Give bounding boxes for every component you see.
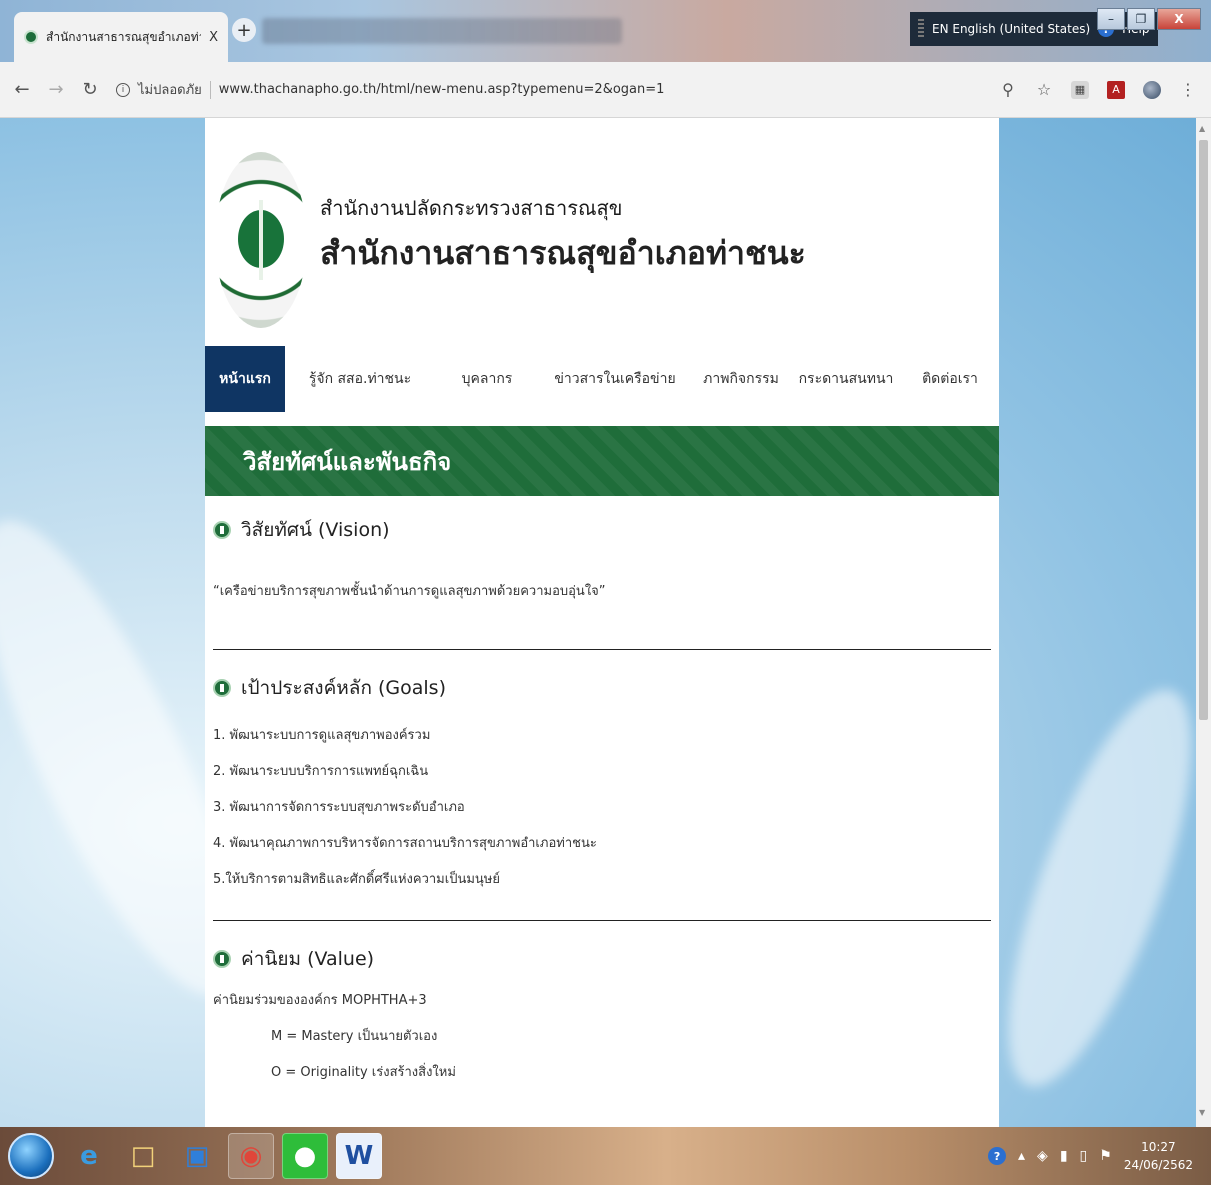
bullet-logo-icon (213, 679, 231, 697)
ministry-logo[interactable] (215, 152, 307, 332)
goal-item: 5.ให้บริการตามสิทธิและศักดิ์ศรีแห่งความเ… (213, 871, 500, 887)
vertical-scrollbar[interactable]: ▲ ▼ (1196, 118, 1211, 1127)
scroll-up-icon[interactable]: ▲ (1199, 124, 1205, 133)
power-icon[interactable]: ▮ (1060, 1148, 1068, 1164)
value-item: O = Originality เร่งสร้างสิ่งใหม่ (271, 1064, 456, 1080)
bullet-logo-icon (213, 950, 231, 968)
menu-item-news[interactable]: ข่าวสารในเครือข่าย (539, 346, 691, 412)
window-controls: – ❐ X (1097, 8, 1201, 30)
minimize-button[interactable]: – (1097, 8, 1125, 30)
background-feather (971, 670, 1196, 1106)
caduceus-icon (259, 200, 263, 280)
tray-help-icon[interactable]: ? (988, 1147, 1007, 1165)
vision-heading-text: วิสัยทัศน์ (Vision) (241, 519, 390, 541)
reload-icon[interactable]: ↻ (82, 79, 98, 100)
outlook-icon[interactable]: ▣ (174, 1133, 220, 1179)
scroll-down-icon[interactable]: ▼ (1199, 1108, 1205, 1117)
extension-pdf-icon[interactable]: A (1107, 80, 1125, 99)
menu-item-personnel[interactable]: บุคลากร (435, 346, 539, 412)
goal-item: 4. พัฒนาคุณภาพการบริหารจัดการสถานบริการส… (213, 835, 597, 851)
tab-close-icon[interactable]: X (209, 30, 218, 45)
restore-button[interactable]: ❐ (1127, 8, 1155, 30)
blurred-background-window (262, 18, 622, 44)
clock[interactable]: 10:27 24/06/2562 (1124, 1138, 1193, 1174)
security-label[interactable]: ไม่ปลอดภัย (138, 79, 202, 100)
main-menu: หน้าแรก รู้จัก สสอ.ท่าชนะ บุคลากร ข่าวสา… (205, 346, 999, 412)
profile-avatar-icon[interactable] (1143, 80, 1161, 99)
goals-heading-text: เป้าประสงค์หลัก (Goals) (241, 677, 446, 699)
new-tab-button[interactable]: + (232, 18, 256, 42)
values-heading: ค่านิยม (Value) (213, 939, 991, 979)
site-favicon-icon (24, 30, 38, 44)
start-button[interactable] (8, 1133, 54, 1179)
header-titles: สำนักงานปลัดกระทรวงสาธารณสุข สำนักงานสาธ… (320, 192, 806, 279)
flag-icon[interactable]: ⚑ (1099, 1148, 1112, 1164)
volume-icon[interactable]: ◈ (1037, 1148, 1048, 1164)
section-banner: วิสัยทัศน์และพันธกิจ (205, 426, 999, 496)
word-icon[interactable]: W (336, 1133, 382, 1179)
close-window-button[interactable]: X (1157, 8, 1201, 30)
vision-text: “เครือข่ายบริการสุขภาพชั้นนำด้านการดูแลส… (213, 584, 606, 599)
language-label[interactable]: EN English (United States) (932, 22, 1090, 36)
back-icon[interactable]: ← (14, 79, 30, 100)
goal-item: 2. พัฒนาระบบบริการการแพทย์ฉุกเฉิน (213, 763, 429, 779)
menu-item-about[interactable]: รู้จัก สสอ.ท่าชนะ (285, 346, 435, 412)
internet-explorer-icon[interactable]: e (66, 1133, 112, 1179)
header-title: สำนักงานสาธารณสุขอำเภอท่าชนะ (320, 234, 806, 272)
forward-icon[interactable]: → (48, 79, 64, 100)
header-subtitle: สำนักงานปลัดกระทรวงสาธารณสุข (320, 196, 623, 220)
clock-date: 24/06/2562 (1123, 1158, 1193, 1172)
file-explorer-icon[interactable]: □ (120, 1133, 166, 1179)
bullet-logo-icon (213, 521, 231, 539)
tray-expand-icon[interactable]: ▴ (1018, 1148, 1025, 1164)
tab-title: สำนักงานสาธารณสุขอำเภอท่าชนะ 92 (46, 29, 201, 44)
banner-title: วิสัยทัศน์และพันธกิจ (243, 447, 452, 476)
site-header: สำนักงานปลัดกระทรวงสาธารณสุข สำนักงานสาธ… (205, 148, 999, 328)
url-field[interactable]: i ไม่ปลอดภัย www.thachanapho.go.th/html/… (116, 79, 981, 100)
browser-tab-bar: สำนักงานสาธารณสุขอำเภอท่าชนะ 92 X + EN E… (0, 0, 1211, 62)
address-bar: ← → ↻ i ไม่ปลอดภัย www.thachanapho.go.th… (0, 62, 1211, 118)
values-heading-text: ค่านิยม (Value) (241, 948, 375, 970)
line-app-icon[interactable]: ● (282, 1133, 328, 1179)
page-container: สำนักงานปลัดกระทรวงสาธารณสุข สำนักงานสาธ… (205, 118, 999, 1127)
scroll-thumb[interactable] (1199, 140, 1208, 720)
browser-tab[interactable]: สำนักงานสาธารณสุขอำเภอท่าชนะ 92 X (14, 12, 228, 62)
menu-item-home[interactable]: หน้าแรก (205, 346, 285, 412)
system-tray: ? ▴ ◈ ▮ ▯ ⚑ 10:27 24/06/2562 (988, 1127, 1211, 1185)
menu-item-contact[interactable]: ติดต่อเรา (901, 346, 999, 412)
url-separator (209, 80, 211, 99)
vision-heading: วิสัยทัศน์ (Vision) (213, 510, 991, 550)
goals-heading: เป้าประสงค์หลัก (Goals) (213, 668, 991, 708)
network-icon[interactable]: ▯ (1080, 1148, 1088, 1164)
values-intro: ค่านิยมร่วมขององค์กร MOPHTHA+3 (213, 992, 427, 1008)
menu-item-gallery[interactable]: ภาพกิจกรรม (691, 346, 791, 412)
url-text[interactable]: www.thachanapho.go.th/html/new-menu.asp?… (219, 82, 665, 97)
goal-item: 1. พัฒนาระบบการดูแลสุขภาพองค์รวม (213, 727, 431, 743)
info-icon[interactable]: i (116, 82, 130, 97)
zoom-icon[interactable]: ⚲ (999, 80, 1017, 99)
goal-item: 3. พัฒนาการจัดการระบบสุขภาพระดับอำเภอ (213, 799, 465, 815)
chrome-icon[interactable]: ◉ (228, 1133, 274, 1179)
value-item: M = Mastery เป็นนายตัวเอง (271, 1028, 438, 1044)
clock-time: 10:27 (1141, 1140, 1176, 1154)
page-viewport: สำนักงานปลัดกระทรวงสาธารณสุข สำนักงานสาธ… (0, 118, 1196, 1127)
extension-clipboard-icon[interactable]: ▦ (1071, 80, 1089, 99)
main-content: วิสัยทัศน์ (Vision) “เครือข่ายบริการสุขภ… (213, 510, 991, 1089)
bookmark-star-icon[interactable]: ☆ (1035, 80, 1053, 99)
toolbar-icons: ⚲ ☆ ▦ A ⋮ (999, 80, 1197, 99)
windows-taskbar: e □ ▣ ◉ ● W ? ▴ ◈ ▮ ▯ ⚑ 10:27 24/06/2562 (0, 1127, 1211, 1185)
menu-item-webboard[interactable]: กระดานสนทนา (791, 346, 901, 412)
grip-icon (918, 19, 924, 39)
menu-dots-icon[interactable]: ⋮ (1179, 80, 1197, 99)
